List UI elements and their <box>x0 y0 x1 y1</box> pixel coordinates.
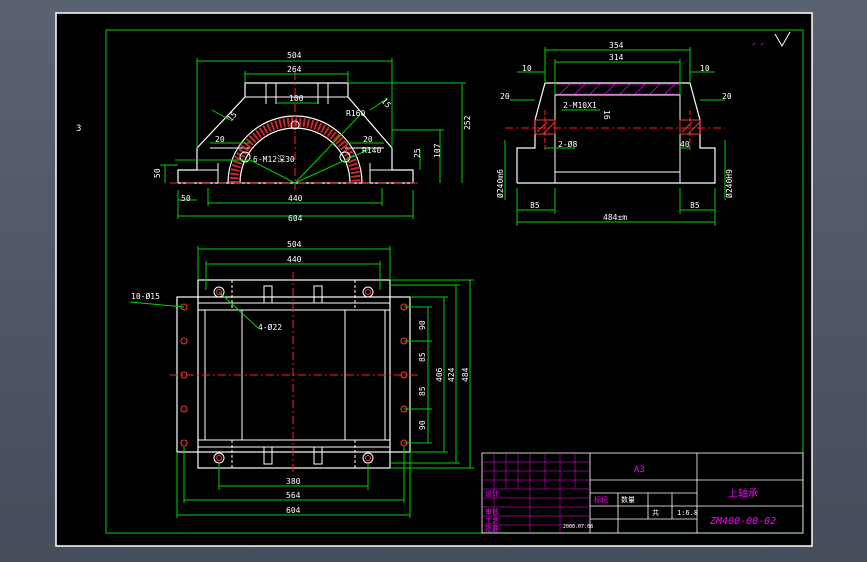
scale: 1:6.8 <box>677 509 698 517</box>
dim-50-v: 50 <box>153 168 162 178</box>
dim-107: 107 <box>433 143 442 158</box>
dim-406: 406 <box>435 367 444 382</box>
dim-20-right: 20 <box>363 135 373 144</box>
dim-440: 440 <box>288 194 303 203</box>
dim-r140: R140 <box>362 146 381 155</box>
dim-380: 380 <box>286 477 301 486</box>
dim-top-440: 440 <box>287 255 302 264</box>
dim-16: 16 <box>602 110 611 120</box>
dim-252: 252 <box>463 115 472 130</box>
dim-85-right: 85 <box>690 201 700 210</box>
row-label-2: 工艺 <box>485 517 499 525</box>
row-label-1: 审核 <box>485 507 499 516</box>
dim-bolt-holes: 10-Ø15 <box>131 291 160 301</box>
dim-604: 604 <box>288 214 303 223</box>
dim-564: 564 <box>286 491 301 500</box>
dim-pin: 2-Ø8 <box>558 139 577 149</box>
cad-drawing: 3 504 264 100 R160 R140 15 15 20 20 6-M1… <box>55 12 813 547</box>
row-label-3: 批准 <box>485 524 499 533</box>
dim-504: 504 <box>287 51 302 60</box>
mark-col: 标记 <box>594 495 608 504</box>
dim-314: 314 <box>609 53 624 62</box>
dim-dia-right: Ø240H9 <box>724 169 734 198</box>
dim-85-left: 85 <box>530 201 540 210</box>
sheet-marker: 3 <box>76 124 81 134</box>
dim-10-left: 10 <box>522 64 532 73</box>
dim-v85a: 85 <box>418 352 427 362</box>
dim-tap: 2-M10X1 <box>563 101 597 110</box>
dim-v90a: 90 <box>418 320 427 330</box>
drawing-number: ZM400-00-02 <box>709 516 776 527</box>
qty-col: 数量 <box>621 495 635 504</box>
paper-size: A3 <box>634 465 645 475</box>
sheet-label: 共 <box>652 508 659 517</box>
dim-484: 484±m <box>603 213 627 222</box>
dim-r160: R160 <box>346 109 365 118</box>
dim-50-h: 50 <box>181 194 191 203</box>
dim-holes: 6-M12深30 <box>253 155 295 164</box>
dim-10-right: 10 <box>700 64 710 73</box>
dim-v85b: 85 <box>418 386 427 396</box>
dim-top-504: 504 <box>287 240 302 249</box>
dim-20-left: 20 <box>215 135 225 144</box>
dim-v90b: 90 <box>418 420 427 430</box>
cad-viewport[interactable]: 3 504 264 100 R160 R140 15 15 20 20 6-M1… <box>0 0 867 562</box>
dim-100: 100 <box>289 94 304 103</box>
dim-40: 40 <box>680 140 690 149</box>
dim-264: 264 <box>287 65 302 74</box>
dim-604-top: 604 <box>286 506 301 515</box>
dim-20-side-right: 20 <box>722 92 732 101</box>
dim-dia-left: Ø240m6 <box>495 169 505 198</box>
row-label-0: 设计 <box>485 489 499 498</box>
dim-484-top: 484 <box>461 367 470 382</box>
dim-tap-holes: 4-Ø22 <box>258 322 282 332</box>
date: 2008.07.08 <box>563 524 593 530</box>
dim-25: 25 <box>413 148 422 158</box>
dim-20-side-left: 20 <box>500 92 510 101</box>
dim-354: 354 <box>609 41 624 50</box>
part-name: 上轴承 <box>728 487 758 500</box>
dim-424: 424 <box>447 367 456 382</box>
roughness-note: ✓ ✓ <box>752 40 765 48</box>
